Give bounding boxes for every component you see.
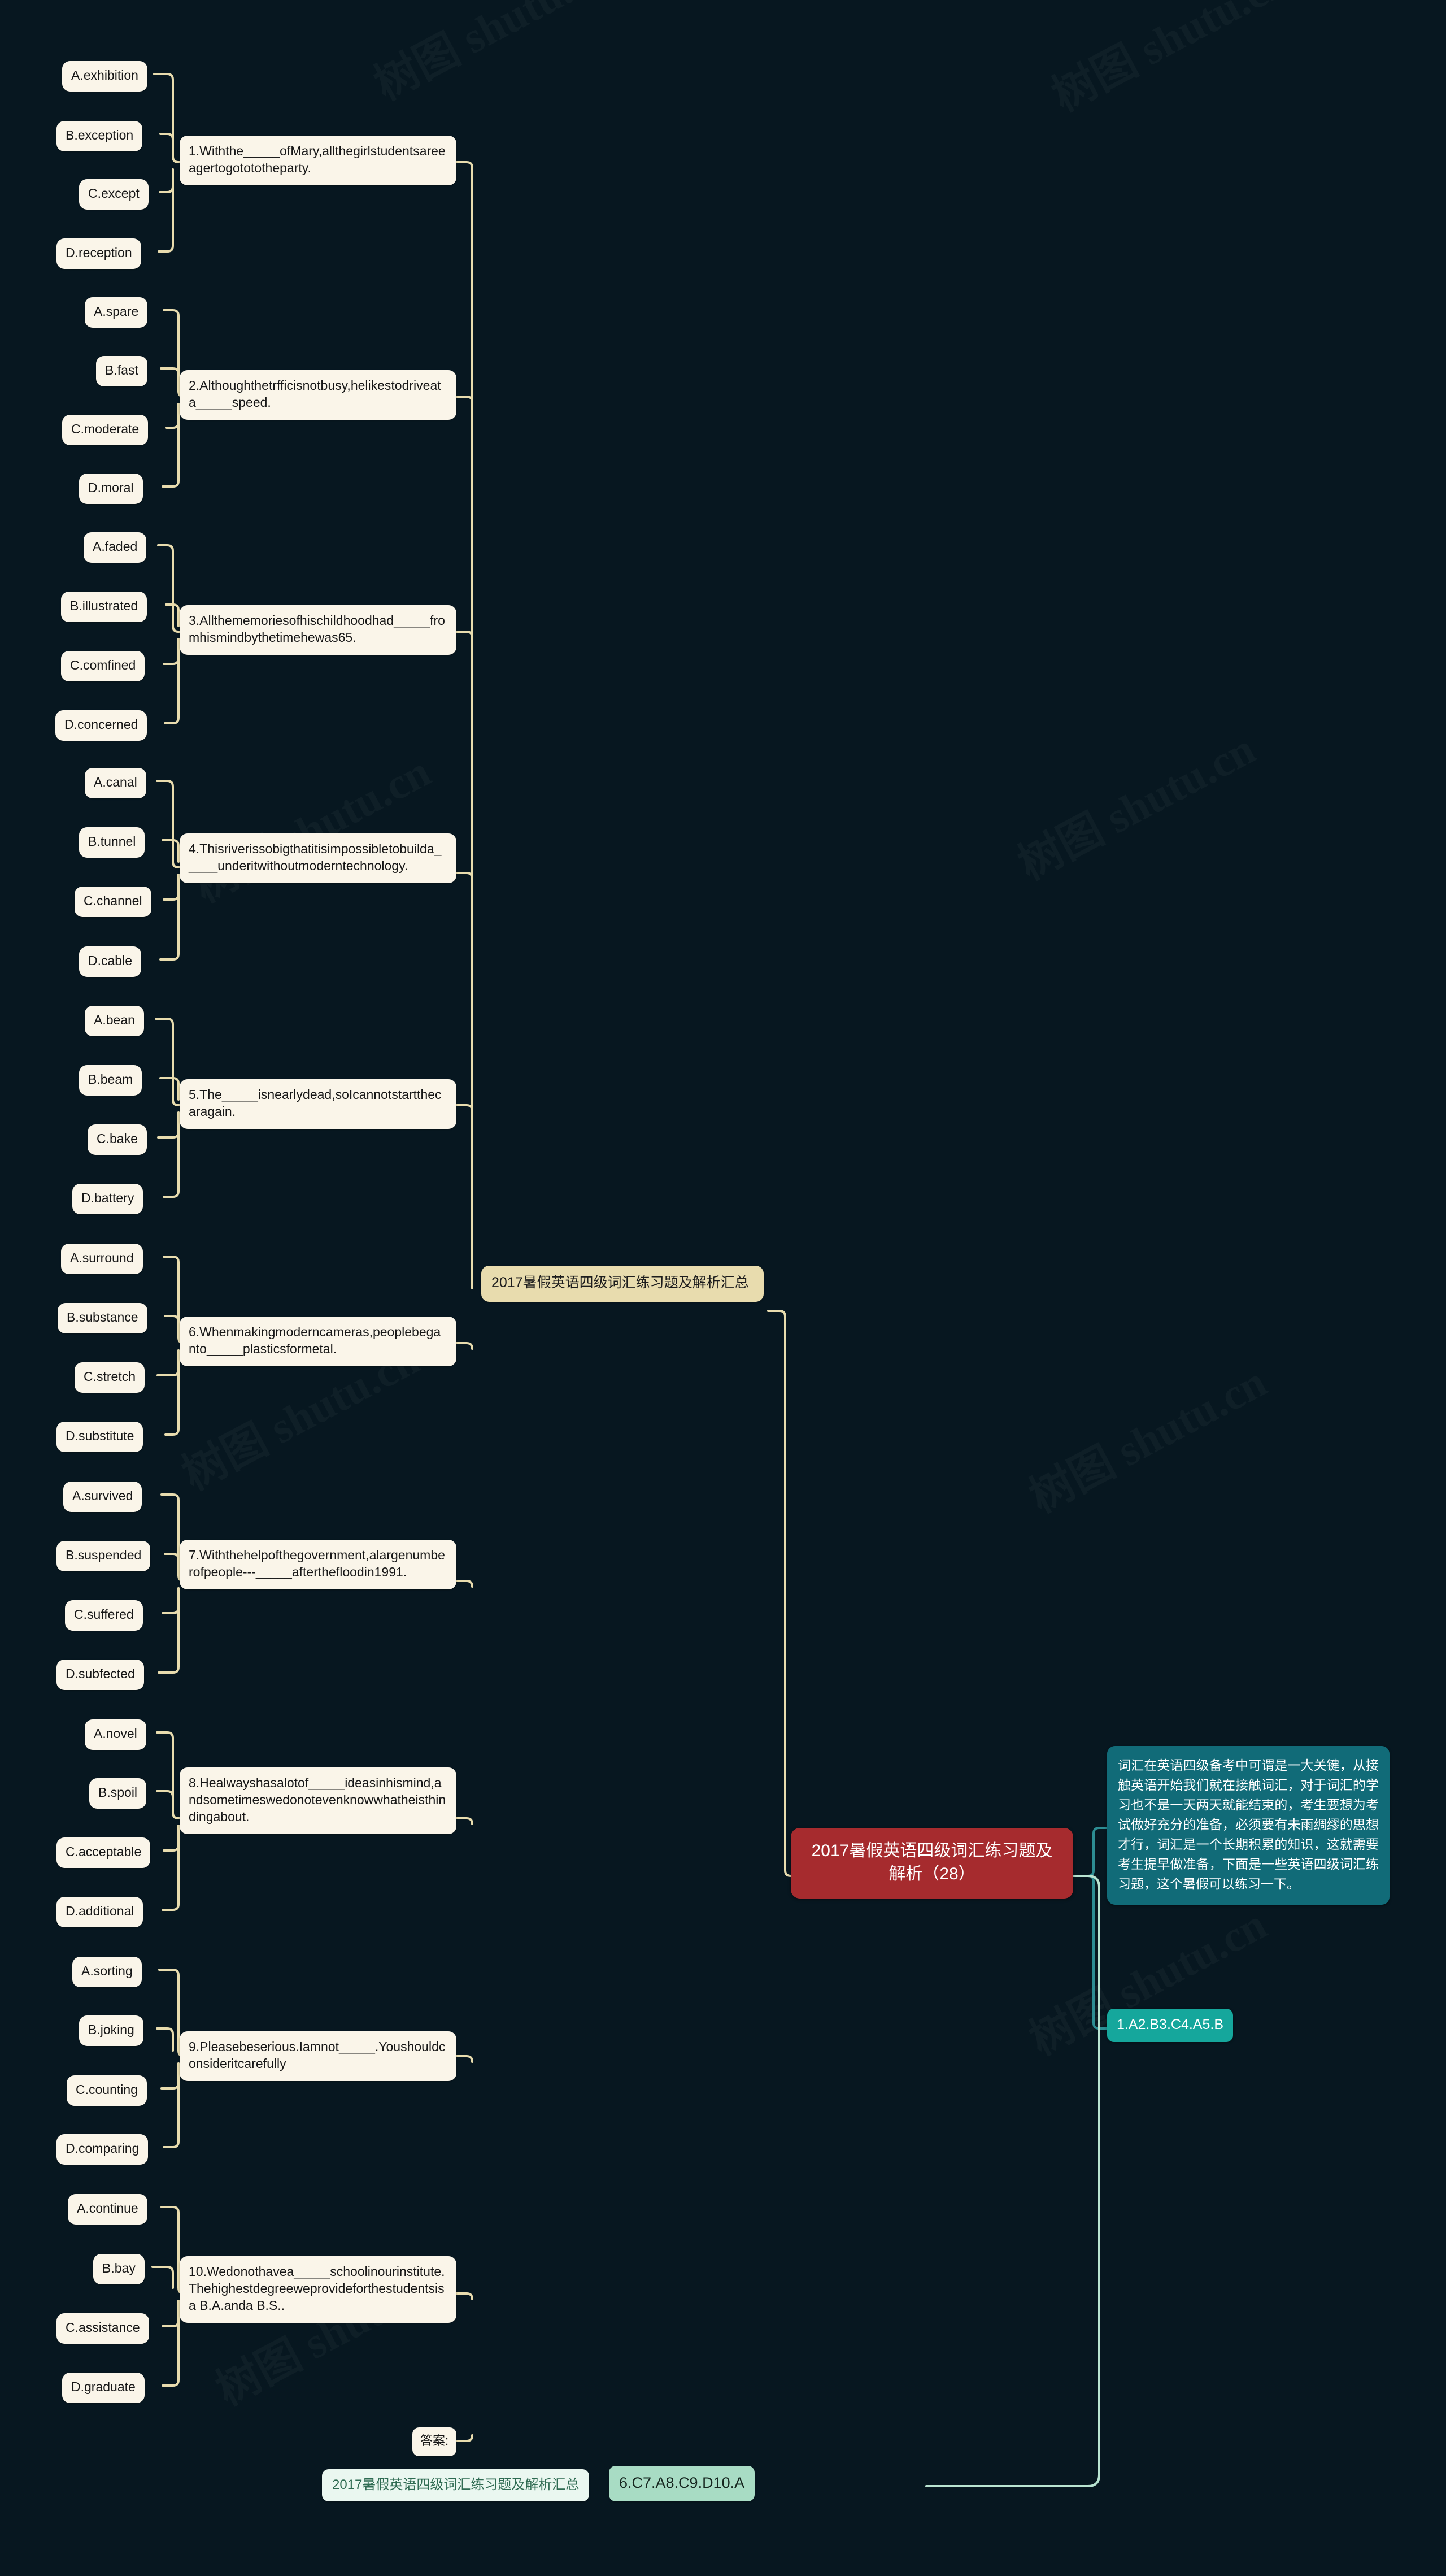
answers-top-chip[interactable]: 1.A2.B3.C4.A5.B bbox=[1107, 2009, 1234, 2042]
option-pill[interactable]: C.except bbox=[79, 179, 149, 210]
mindmap-canvas: 树图 shutu.cn 树图 shutu.cn 树图 shutu.cn 树图 s… bbox=[0, 0, 1446, 2576]
option-pill[interactable]: B.fast bbox=[96, 356, 147, 386]
question-box[interactable]: 9.Pleasebeserious.Iamnot_____.Youshouldc… bbox=[180, 2031, 456, 2081]
option-pill[interactable]: A.continue bbox=[68, 2194, 147, 2225]
watermark: 树图 shutu.cn bbox=[181, 737, 439, 915]
option-pill[interactable]: B.joking bbox=[79, 2015, 143, 2046]
option-pill[interactable]: A.surround bbox=[61, 1244, 143, 1274]
option-pill[interactable]: A.bean bbox=[85, 1006, 144, 1036]
question-box[interactable]: 3.Allthememoriesofhischildhoodhad_____fr… bbox=[180, 605, 456, 655]
option-pill[interactable]: D.substitute bbox=[56, 1422, 143, 1452]
option-pill[interactable]: A.sorting bbox=[72, 1957, 142, 1987]
watermark: 树图 shutu.cn bbox=[1039, 0, 1298, 124]
watermark: 树图 shutu.cn bbox=[362, 0, 620, 112]
option-pill[interactable]: C.assistance bbox=[56, 2313, 149, 2344]
option-pill[interactable]: A.novel bbox=[85, 1719, 146, 1750]
question-box[interactable]: 10.Wedonothavea_____schoolinourinstitute… bbox=[180, 2256, 456, 2323]
option-pill[interactable]: D.additional bbox=[56, 1897, 143, 1927]
option-pill[interactable]: B.substance bbox=[58, 1303, 147, 1333]
question-box[interactable]: 8.Healwayshasalotof_____ideasinhismind,a… bbox=[180, 1767, 456, 1834]
option-pill[interactable]: A.canal bbox=[85, 768, 146, 798]
root-node[interactable]: 2017暑假英语四级词汇练习题及解析（28） bbox=[791, 1828, 1073, 1899]
watermark: 树图 shutu.cn bbox=[1017, 1347, 1275, 1525]
option-pill[interactable]: C.moderate bbox=[62, 415, 149, 445]
intro-block[interactable]: 词汇在英语四级备考中可谓是一大关键，从接触英语开始我们就在接触词汇，对于词汇的学… bbox=[1107, 1746, 1390, 1905]
option-pill[interactable]: B.illustrated bbox=[61, 592, 147, 622]
option-pill[interactable]: D.cable bbox=[79, 946, 141, 977]
option-pill[interactable]: B.exception bbox=[56, 121, 143, 151]
option-pill[interactable]: B.spoil bbox=[89, 1778, 147, 1809]
option-pill[interactable]: D.graduate bbox=[62, 2373, 145, 2403]
option-pill[interactable]: C.comfined bbox=[61, 651, 145, 681]
option-pill[interactable]: C.counting bbox=[67, 2075, 147, 2106]
option-pill[interactable]: B.bay bbox=[93, 2254, 145, 2284]
option-pill[interactable]: A.spare bbox=[85, 297, 148, 328]
option-pill[interactable]: D.subfected bbox=[56, 1660, 144, 1690]
option-pill[interactable]: C.suffered bbox=[65, 1600, 143, 1631]
option-pill[interactable]: A.faded bbox=[84, 532, 147, 563]
summary-chip[interactable]: 2017暑假英语四级词汇练习题及解析汇总 bbox=[481, 1266, 764, 1302]
option-pill[interactable]: B.suspended bbox=[56, 1541, 151, 1571]
question-box[interactable]: 4.Thisriverissobigthatitisimpossibletobu… bbox=[180, 833, 456, 883]
option-pill[interactable]: D.moral bbox=[79, 474, 143, 504]
option-pill[interactable]: C.channel bbox=[75, 887, 151, 917]
question-box[interactable]: 7.Withthehelpofthegovernment,alargenumbe… bbox=[180, 1540, 456, 1589]
option-pill[interactable]: A.survived bbox=[63, 1482, 142, 1512]
option-pill[interactable]: D.battery bbox=[72, 1184, 143, 1214]
option-pill[interactable]: D.concerned bbox=[55, 710, 147, 741]
question-box[interactable]: 5.The_____isnearlydead,soIcannotstartthe… bbox=[180, 1079, 456, 1129]
answer-values-chip[interactable]: 6.C7.A8.C9.D10.A bbox=[609, 2466, 755, 2502]
question-box[interactable]: 6.Whenmakingmoderncameras,peoplebeganto_… bbox=[180, 1317, 456, 1366]
option-pill[interactable]: A.exhibition bbox=[62, 61, 147, 92]
option-pill[interactable]: C.bake bbox=[88, 1124, 147, 1155]
question-box[interactable]: 2.Althoughthetrfficisnotbusy,helikestodr… bbox=[180, 370, 456, 420]
option-pill[interactable]: B.tunnel bbox=[79, 827, 145, 858]
option-pill[interactable]: C.stretch bbox=[75, 1362, 145, 1393]
option-pill[interactable]: D.comparing bbox=[56, 2134, 149, 2165]
option-pill[interactable]: B.beam bbox=[79, 1065, 142, 1096]
option-pill[interactable]: C.acceptable bbox=[56, 1837, 151, 1868]
answer-label[interactable]: 答案: bbox=[412, 2427, 457, 2456]
watermark: 树图 shutu.cn bbox=[1005, 714, 1264, 892]
option-pill[interactable]: D.reception bbox=[56, 238, 141, 269]
question-box[interactable]: 1.Withthe_____ofMary,allthegirlstudentsa… bbox=[180, 136, 456, 185]
answer-title-chip[interactable]: 2017暑假英语四级词汇练习题及解析汇总 bbox=[322, 2469, 590, 2502]
